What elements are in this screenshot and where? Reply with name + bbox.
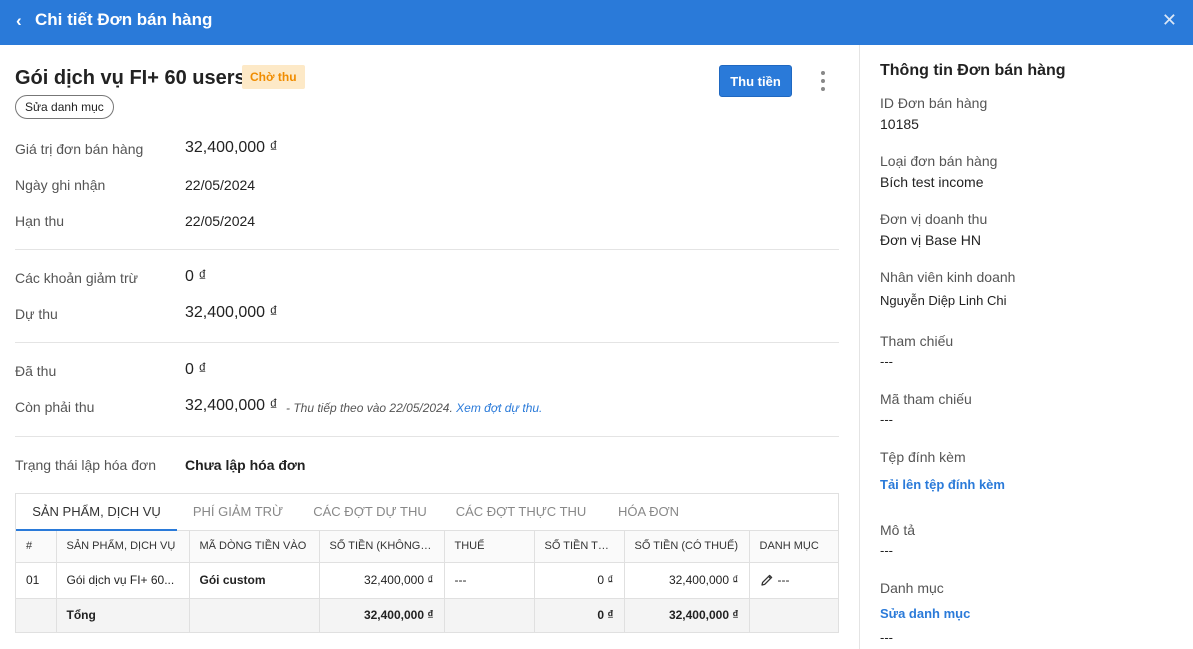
collect-payment-button[interactable]: Thu tiền [719, 65, 792, 97]
table-cell: 32,400,000 ₫ [624, 562, 750, 599]
edit-category-link[interactable]: Sửa danh mục [880, 605, 970, 623]
revenue-unit-value: Đơn vị Base HN [880, 232, 981, 248]
detail-tabs-panel: SẢN PHẨM, DỊCH VỤ PHÍ GIẢM TRỪ CÁC ĐỢT D… [15, 493, 839, 633]
due-date-label: Hạn thu [15, 213, 65, 229]
collected-label: Đã thu [15, 363, 57, 379]
description-value: --- [880, 543, 893, 558]
reference-value: --- [880, 354, 893, 369]
invoice-status-label: Trạng thái lập hóa đơn [15, 457, 156, 473]
products-table: # SẢN PHẨM, DỊCH VỤ MÃ DÒNG TIỀN VÀO SỐ … [16, 531, 838, 633]
record-date-label: Ngày ghi nhận [15, 177, 106, 193]
column-header: SẢN PHẨM, DỊCH VỤ [56, 531, 190, 563]
order-id-value: 10185 [880, 116, 919, 132]
more-vertical-icon[interactable] [813, 69, 833, 93]
column-header: SỐ TIỀN THUẾ [534, 531, 625, 563]
column-header: THUẾ [444, 531, 535, 563]
table-cell: Gói custom [189, 562, 320, 599]
table-cell: Tổng [56, 598, 190, 633]
table-cell: 01 [16, 562, 57, 599]
column-header: MÃ DÒNG TIỀN VÀO [189, 531, 320, 563]
tab-products[interactable]: SẢN PHẨM, DỊCH VỤ [16, 494, 177, 531]
column-header: DANH MỤC [749, 531, 838, 563]
table-cell [749, 598, 838, 633]
due-date: 22/05/2024 [185, 213, 256, 229]
category-value: --- [880, 630, 893, 645]
revenue-unit-label: Đơn vị doanh thu [880, 211, 988, 227]
tab-invoices[interactable]: HÓA ĐƠN [601, 494, 696, 531]
table-cell: 32,400,000 ₫ [319, 562, 445, 599]
reference-code-value: --- [880, 412, 893, 427]
table-cell [189, 598, 320, 633]
next-collection-text: - Thu tiếp theo vào 22/05/2024. [286, 401, 453, 415]
deductions-value: 0 ₫ [185, 268, 207, 285]
invoice-status-value: Chưa lập hóa đơn [185, 457, 306, 473]
category-value: --- [777, 572, 790, 587]
table-cell: 32,400,000 ₫ [624, 598, 750, 633]
tab-actual-collections[interactable]: CÁC ĐỢT THỰC THU [441, 494, 601, 531]
column-header: SỐ TIỀN (KHÔNG T... [319, 531, 445, 563]
sales-staff-value: Nguyễn Diệp Linh Chi [880, 293, 1007, 308]
pencil-icon[interactable] [760, 573, 774, 587]
table-cell: --- [444, 562, 535, 599]
divider [15, 436, 839, 437]
divider [15, 249, 839, 250]
expected-label: Dự thu [15, 306, 58, 322]
collected-value: 0 ₫ [185, 361, 207, 378]
table-cell: 32,400,000 ₫ [319, 598, 445, 633]
chevron-left-icon[interactable]: ‹ [16, 11, 22, 31]
reference-label: Tham chiếu [880, 333, 954, 349]
next-collection-note: - Thu tiếp theo vào 22/05/2024. Xem đợt … [286, 400, 542, 416]
info-sidebar: Thông tin Đơn bán hàng ID Đơn bán hàng 1… [860, 45, 1193, 649]
category-label: Danh mục [880, 580, 944, 596]
table-cell: 0 ₫ [534, 562, 625, 599]
page-title: Chi tiết Đơn bán hàng [35, 10, 213, 29]
edit-category-button[interactable]: Sửa danh mục [15, 95, 114, 119]
order-id-label: ID Đơn bán hàng [880, 95, 988, 111]
record-date: 22/05/2024 [185, 177, 256, 193]
tab-deduction-fees[interactable]: PHÍ GIẢM TRỪ [177, 494, 299, 531]
table-cell: Gói dịch vụ FI+ 60... [56, 562, 190, 599]
deductions-label: Các khoản giảm trừ [15, 270, 138, 286]
sidebar-title: Thông tin Đơn bán hàng [880, 62, 1066, 79]
attachments-label: Tệp đính kèm [880, 449, 966, 465]
expected-value: 32,400,000 ₫ [185, 304, 278, 321]
main-panel: Gói dịch vụ FI+ 60 users Chờ thu Sửa dan… [0, 45, 859, 649]
table-cell: 0 ₫ [534, 598, 625, 633]
table-total-row: Tổng 32,400,000 ₫ 0 ₫ 32,400,000 ₫ [16, 598, 838, 633]
remaining-value: 32,400,000 ₫ [185, 397, 278, 414]
table-row: 01 Gói dịch vụ FI+ 60... Gói custom 32,4… [16, 562, 838, 599]
divider [15, 342, 839, 343]
status-badge: Chờ thu [242, 65, 305, 89]
table-header-row: # SẢN PHẨM, DỊCH VỤ MÃ DÒNG TIỀN VÀO SỐ … [16, 531, 838, 563]
tab-bar: SẢN PHẨM, DỊCH VỤ PHÍ GIẢM TRỪ CÁC ĐỢT D… [16, 494, 838, 531]
view-expected-link[interactable]: Xem đợt dự thu. [456, 401, 542, 415]
remaining-label: Còn phải thu [15, 399, 95, 415]
order-type-value: Bích test income [880, 174, 984, 190]
table-cell [16, 598, 57, 633]
tab-expected-collections[interactable]: CÁC ĐỢT DỰ THU [299, 494, 441, 531]
column-header: # [16, 531, 57, 563]
table-cell [444, 598, 535, 633]
description-label: Mô tả [880, 522, 916, 538]
order-value: 32,400,000 ₫ [185, 139, 278, 156]
category-cell: --- [749, 562, 838, 599]
order-type-label: Loại đơn bán hàng [880, 153, 998, 169]
sales-staff-label: Nhân viên kinh doanh [880, 269, 1016, 285]
column-header: SỐ TIỀN (CÓ THUẾ) [624, 531, 750, 563]
reference-code-label: Mã tham chiếu [880, 391, 972, 407]
upload-attachment-link[interactable]: Tải lên tệp đính kèm [880, 476, 1005, 494]
order-name: Gói dịch vụ FI+ 60 users [15, 67, 246, 89]
header-bar: ‹ Chi tiết Đơn bán hàng ✕ [0, 0, 1193, 45]
order-value-label: Giá trị đơn bán hàng [15, 141, 144, 157]
close-icon[interactable]: ✕ [1162, 10, 1177, 30]
